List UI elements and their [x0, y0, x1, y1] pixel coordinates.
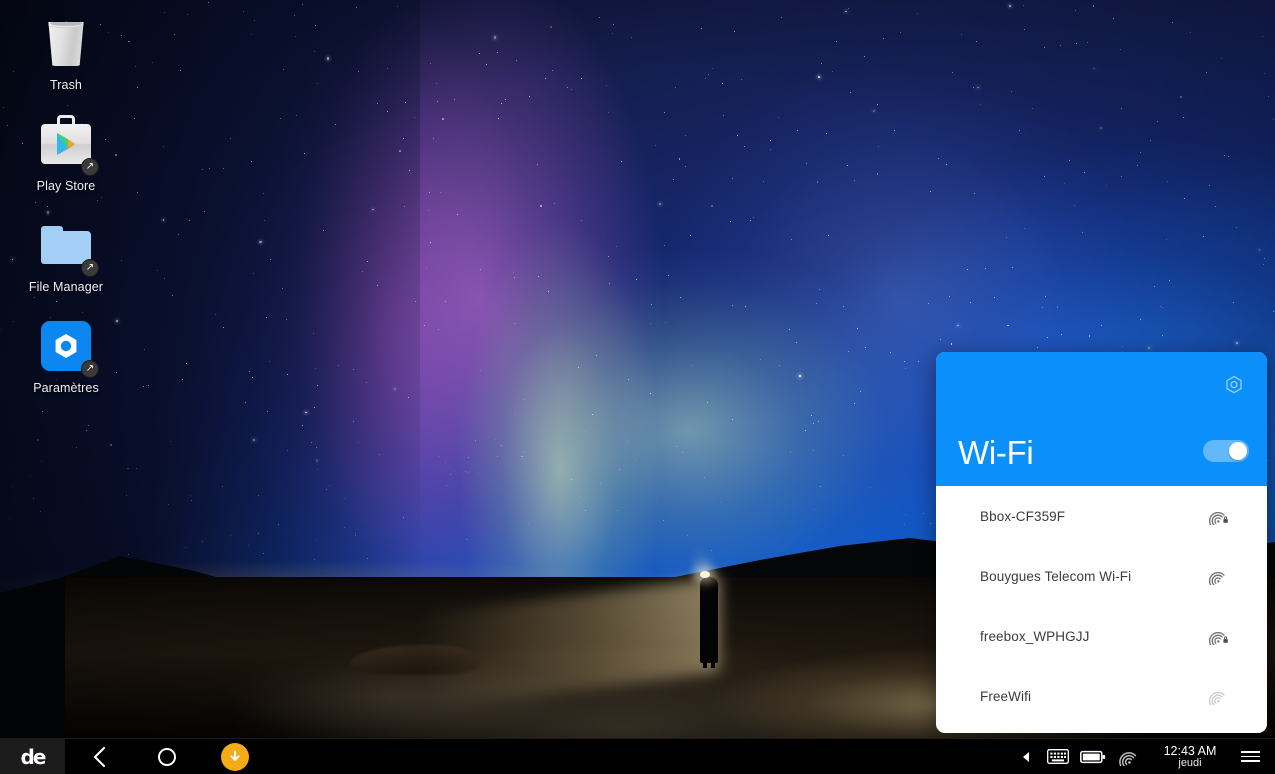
- wifi-network-ssid: freebox_WPHGJJ: [980, 628, 1090, 644]
- toggle-knob: [1229, 442, 1247, 460]
- wifi-network-ssid: FreeWifi: [980, 688, 1032, 704]
- taskbar: de 12:43 AM jeudi: [0, 738, 1275, 774]
- home-button[interactable]: [133, 739, 201, 774]
- download-arrow-icon: [230, 750, 240, 761]
- desktop-icon-label: Play Store: [36, 179, 96, 193]
- settings-gear-icon: ↗: [37, 317, 99, 378]
- wifi-signal-lock-icon: [1208, 506, 1230, 526]
- wallpaper-headlamp: [700, 571, 710, 578]
- battery-icon: [1080, 750, 1106, 763]
- desktop-icon-file-manager[interactable]: ↗ File Manager: [0, 210, 132, 303]
- app-launcher-button[interactable]: de: [0, 738, 65, 774]
- wifi-network-ssid: Bbox-CF359F: [980, 508, 1066, 524]
- wifi-signal-icon: [1208, 686, 1230, 706]
- desktop-icon-trash[interactable]: Trash: [0, 8, 132, 101]
- tray-expand-triangle-icon: [1023, 751, 1029, 762]
- wallpaper-person-leg-left: [703, 630, 707, 668]
- wifi-signal-icon: [1208, 566, 1230, 586]
- desktop-icon-settings[interactable]: ↗ Paramètres: [0, 311, 132, 404]
- wifi-network-row[interactable]: freebox_WPHGJJ: [936, 606, 1267, 666]
- wifi-panel-header: Wi-Fi: [936, 352, 1267, 486]
- play-triangle-icon: [57, 133, 75, 155]
- wallpaper-person-leg-right: [711, 630, 715, 668]
- play-store-icon: ↗: [37, 115, 99, 176]
- clock-day: jeudi: [1178, 757, 1202, 770]
- wifi-signal-icon: [1119, 751, 1137, 766]
- tray-expand-button[interactable]: [1011, 739, 1041, 774]
- wifi-network-list: Bbox-CF359F Bouygues Telecom Wi-Fi freebox…: [936, 486, 1267, 726]
- wifi-settings-panel: Wi-Fi Bbox-CF359F Bouygues Telecom Wi-Fi f…: [936, 352, 1267, 733]
- home-circle-icon: [158, 747, 176, 766]
- wifi-panel-title: Wi-Fi: [958, 434, 1034, 471]
- battery-button[interactable]: [1075, 739, 1111, 774]
- desktop-icon-label: Trash: [50, 78, 82, 92]
- download-status-button[interactable]: [201, 739, 269, 774]
- desktop-icon-grid: Trash ↗ Play Store ↗ File Manager ↗ Para…: [0, 0, 132, 404]
- trash-icon: [37, 14, 95, 72]
- folder-icon: ↗: [37, 216, 99, 277]
- desktop-icon-play-store[interactable]: ↗ Play Store: [0, 109, 132, 202]
- hamburger-menu-icon[interactable]: [1233, 751, 1267, 762]
- keyboard-button[interactable]: [1041, 739, 1075, 774]
- back-chevron-icon: [93, 746, 105, 767]
- wifi-network-row[interactable]: Bbox-CF359F: [936, 486, 1267, 546]
- desktop-icon-label: File Manager: [28, 280, 104, 294]
- wifi-network-row[interactable]: FreeWifi: [936, 666, 1267, 726]
- launcher-logo-label: de: [20, 744, 47, 769]
- gear-icon[interactable]: [1223, 374, 1245, 396]
- shortcut-arrow-icon: ↗: [81, 259, 99, 277]
- taskbar-clock[interactable]: 12:43 AM jeudi: [1147, 743, 1233, 770]
- tray-wifi-button[interactable]: [1111, 739, 1147, 774]
- wifi-signal-lock-icon: [1208, 626, 1230, 646]
- shortcut-arrow-icon: ↗: [81, 158, 99, 176]
- wifi-enable-toggle[interactable]: [1203, 440, 1249, 462]
- back-button[interactable]: [65, 739, 133, 774]
- desktop-icon-label: Paramètres: [33, 381, 99, 395]
- keyboard-icon: [1047, 749, 1069, 764]
- shortcut-arrow-icon: ↗: [81, 360, 99, 378]
- wifi-network-ssid: Bouygues Telecom Wi-Fi: [980, 568, 1132, 584]
- system-tray: 12:43 AM jeudi: [1011, 739, 1275, 774]
- wifi-network-row[interactable]: Bouygues Telecom Wi-Fi: [936, 546, 1267, 606]
- screen: Trash ↗ Play Store ↗ File Manager ↗ Para…: [0, 0, 1275, 774]
